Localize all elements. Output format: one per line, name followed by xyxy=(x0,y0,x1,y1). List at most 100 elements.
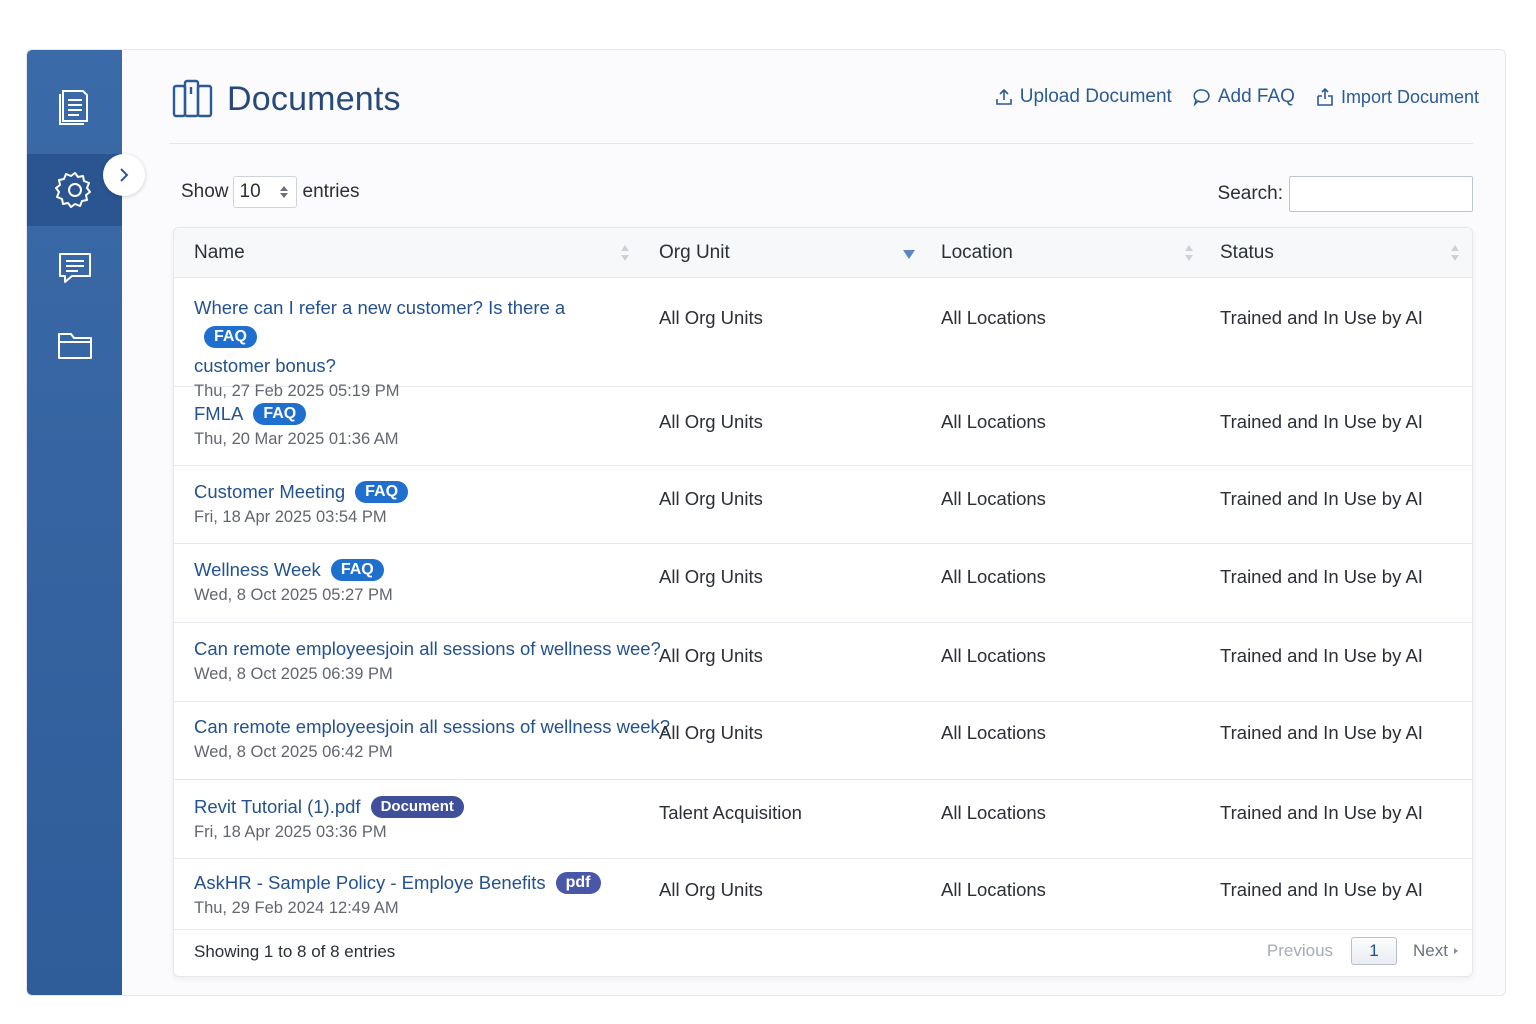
type-badge: FAQ xyxy=(330,559,384,581)
name-cell: Customer Meeting FAQ Fri, 18 Apr 2025 03:… xyxy=(194,477,409,527)
documents-table: Name Org Unit Location Status Where can … xyxy=(173,227,1473,977)
location-cell: All Locations xyxy=(941,488,1046,509)
name-cell: FMLA FAQ Thu, 20 Mar 2025 01:36 AM xyxy=(194,399,399,449)
sidebar-toggle-button[interactable] xyxy=(103,154,145,196)
table-row[interactable]: Revit Tutorial (1).pdf Document Fri, 18 A… xyxy=(174,780,1472,859)
chat-bubble-icon xyxy=(1193,89,1210,107)
type-badge: pdf xyxy=(555,872,601,894)
previous-page-button[interactable]: Previous xyxy=(1267,941,1333,961)
document-link[interactable]: Revit Tutorial (1).pdf Document xyxy=(194,792,464,821)
page-title: Documents xyxy=(227,79,401,118)
document-list-icon xyxy=(58,90,88,125)
name-cell: AskHR - Sample Policy - Employe Benefits… xyxy=(194,868,601,918)
org-unit-cell: All Org Units xyxy=(659,411,763,432)
search-input[interactable] xyxy=(1289,176,1473,212)
document-link[interactable]: Wellness Week FAQ xyxy=(194,555,393,584)
document-link[interactable]: Can remote employeesjoin all sessions of… xyxy=(194,712,670,741)
status-cell: Trained and In Use by AI xyxy=(1220,488,1423,509)
type-badge: FAQ xyxy=(204,326,257,348)
document-date: Wed, 8 Oct 2025 05:27 PM xyxy=(194,586,393,604)
status-cell: Trained and In Use by AI xyxy=(1220,566,1423,587)
table-row[interactable]: Customer Meeting FAQ Fri, 18 Apr 2025 03:… xyxy=(174,466,1472,544)
caret-right-icon xyxy=(1454,948,1458,954)
type-badge: Document xyxy=(370,796,464,818)
column-header-location[interactable]: Location xyxy=(941,228,1013,278)
sidebar xyxy=(27,50,122,995)
column-header-name[interactable]: Name xyxy=(194,228,245,278)
entries-control: Show 10 entries xyxy=(181,176,360,208)
entries-summary: Showing 1 to 8 of 8 entries xyxy=(194,942,396,961)
status-cell: Trained and In Use by AI xyxy=(1220,645,1423,666)
table-header: Name Org Unit Location Status xyxy=(174,228,1472,278)
location-cell: All Locations xyxy=(941,802,1046,823)
upload-icon xyxy=(995,88,1012,105)
type-badge: FAQ xyxy=(355,481,409,503)
entries-select[interactable]: 10 xyxy=(232,176,297,208)
document-link[interactable]: Where can I refer a new customer? Is the… xyxy=(194,293,624,351)
location-cell: All Locations xyxy=(941,307,1046,328)
table-controls: Show 10 entries Search: xyxy=(181,176,1473,212)
location-cell: All Locations xyxy=(941,879,1046,900)
status-cell: Trained and In Use by AI xyxy=(1220,722,1423,743)
org-unit-cell: All Org Units xyxy=(659,722,763,743)
chevron-right-icon xyxy=(120,168,129,182)
document-link-continued[interactable]: customer bonus? xyxy=(194,351,624,380)
column-header-status[interactable]: Status xyxy=(1220,228,1274,278)
document-date: Thu, 20 Mar 2025 01:36 AM xyxy=(194,430,399,448)
table-row[interactable]: Can remote employeesjoin all sessions of… xyxy=(174,702,1472,780)
status-cell: Trained and In Use by AI xyxy=(1220,411,1423,432)
document-date: Wed, 8 Oct 2025 06:39 PM xyxy=(194,665,393,683)
import-document-button[interactable]: Import Document xyxy=(1315,87,1479,108)
document-link[interactable]: Can remote employeesjoin all sessions of… xyxy=(194,634,661,663)
table-row[interactable]: FMLA FAQ Thu, 20 Mar 2025 01:36 AM All Or… xyxy=(174,387,1472,466)
sidebar-item-messages[interactable] xyxy=(27,232,122,304)
location-cell: All Locations xyxy=(941,411,1046,432)
page-1-button[interactable]: 1 xyxy=(1351,937,1398,965)
table-row[interactable]: Where can I refer a new customer? Is the… xyxy=(174,279,1472,400)
chat-icon xyxy=(58,253,91,283)
location-cell: All Locations xyxy=(941,722,1046,743)
table-row[interactable]: AskHR - Sample Policy - Employe Benefits… xyxy=(174,859,1472,930)
sidebar-item-folders[interactable] xyxy=(27,309,122,381)
next-page-button[interactable]: Next xyxy=(1413,941,1460,961)
folder-icon xyxy=(57,333,92,359)
document-date: Fri, 18 Apr 2025 03:36 PM xyxy=(194,823,387,841)
app-frame: Documents Upload Document Add FAQ Import… xyxy=(26,49,1506,996)
add-faq-button[interactable]: Add FAQ xyxy=(1192,86,1295,108)
type-badge: FAQ xyxy=(253,403,307,425)
org-unit-cell: All Org Units xyxy=(659,307,763,328)
column-header-org-unit[interactable]: Org Unit xyxy=(659,228,730,278)
upload-document-button[interactable]: Upload Document xyxy=(994,86,1172,108)
name-cell: Where can I refer a new customer? Is the… xyxy=(194,293,624,401)
sidebar-item-documents[interactable] xyxy=(27,70,122,142)
name-cell: Revit Tutorial (1).pdf Document Fri, 18 A… xyxy=(194,792,464,842)
sort-icon[interactable] xyxy=(620,244,630,262)
title-group: Documents xyxy=(171,78,401,120)
location-cell: All Locations xyxy=(941,645,1046,666)
status-cell: Trained and In Use by AI xyxy=(1220,802,1423,823)
document-link[interactable]: Customer Meeting FAQ xyxy=(194,477,409,506)
stepper-arrows-icon xyxy=(279,186,288,198)
name-cell: Can remote employeesjoin all sessions of… xyxy=(194,712,670,762)
sort-icon[interactable] xyxy=(1184,244,1194,262)
name-cell: Can remote employeesjoin all sessions of… xyxy=(194,634,661,684)
documents-icon xyxy=(172,79,213,118)
sort-desc-icon[interactable] xyxy=(902,248,916,260)
show-label: Show xyxy=(181,181,229,202)
table-row[interactable]: Wellness Week FAQ Wed, 8 Oct 2025 05:27 P… xyxy=(174,544,1472,623)
status-cell: Trained and In Use by AI xyxy=(1220,307,1423,328)
document-date: Fri, 18 Apr 2025 03:54 PM xyxy=(194,508,387,526)
document-link[interactable]: AskHR - Sample Policy - Employe Benefits… xyxy=(194,868,601,897)
table-footer: Showing 1 to 8 of 8 entries Previous 1 N… xyxy=(174,928,1472,976)
org-unit-cell: All Org Units xyxy=(659,488,763,509)
name-cell: Wellness Week FAQ Wed, 8 Oct 2025 05:27 P… xyxy=(194,555,393,605)
header-actions: Upload Document Add FAQ Import Document xyxy=(974,86,1479,108)
import-icon xyxy=(1317,87,1333,106)
location-cell: All Locations xyxy=(941,566,1046,587)
sort-icon[interactable] xyxy=(1450,244,1460,262)
search-label: Search: xyxy=(1217,183,1283,204)
pagination: Previous 1 Next xyxy=(1267,937,1460,965)
document-link[interactable]: FMLA FAQ xyxy=(194,399,399,428)
table-row[interactable]: Can remote employeesjoin all sessions of… xyxy=(174,623,1472,702)
page-header: Documents Upload Document Add FAQ Import… xyxy=(169,78,1479,144)
